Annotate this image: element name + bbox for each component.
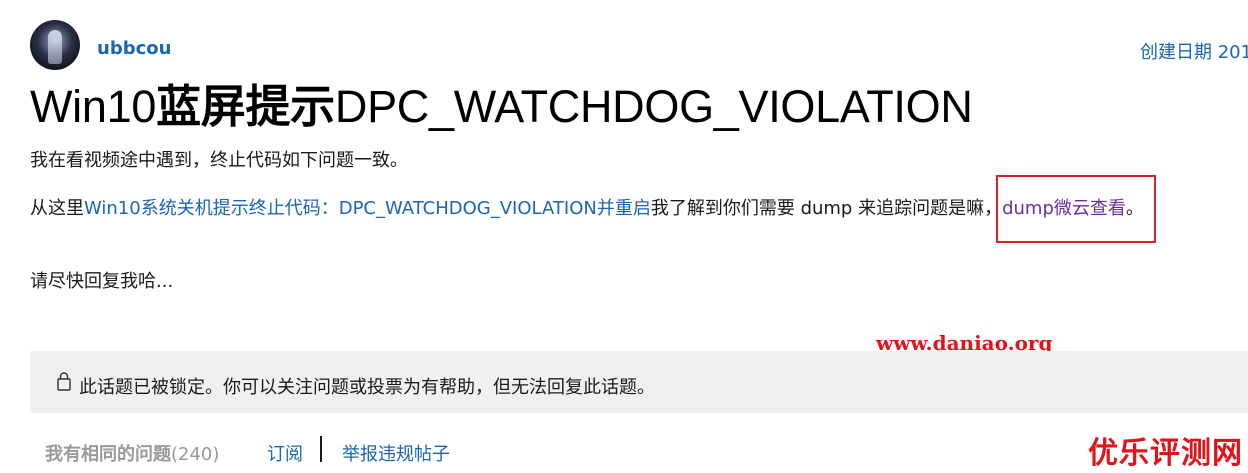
same-question-count: (240) <box>171 444 220 465</box>
title-cjk: 蓝屏提示 <box>156 81 335 132</box>
report-link[interactable]: 举报违规帖子 <box>342 440 450 466</box>
footer-divider <box>320 436 322 462</box>
locked-notice: 此话题已被锁定。你可以关注问题或投票为有帮助，但无法回复此话题。 <box>30 351 1248 413</box>
created-date: 创建日期 201 <box>1140 42 1248 63</box>
post-paragraph-1: 我在看视频途中遇到，终止代码如下问题一致。 <box>30 150 408 171</box>
locked-text: 此话题已被锁定。你可以关注问题或投票为有帮助，但无法回复此话题。 <box>79 377 655 398</box>
para2-before: 从这里 <box>30 198 84 219</box>
highlight-box <box>996 175 1156 243</box>
author-username[interactable]: ubbcou <box>97 38 171 59</box>
same-question-label: 我有相同的问题 <box>45 444 171 465</box>
subscribe-link[interactable]: 订阅 <box>267 440 303 466</box>
title-prefix: Win10 <box>30 81 157 132</box>
user-avatar[interactable] <box>30 20 80 70</box>
para2-middle: 我了解到你们需要 dump 来追踪问题是嘛， <box>650 198 1003 219</box>
page-title: Win10蓝屏提示DPC_WATCHDOG_VIOLATION <box>30 70 973 135</box>
post-paragraph-3: 请尽快回复我哈... <box>30 271 174 292</box>
lock-icon <box>57 372 71 391</box>
post-paragraph-2: 从这里Win10系统关机提示终止代码：DPC_WATCHDOG_VIOLATIO… <box>30 194 1144 220</box>
same-question-button[interactable]: 我有相同的问题(240) <box>45 440 219 466</box>
related-thread-link[interactable]: Win10系统关机提示终止代码：DPC_WATCHDOG_VIOLATION并重… <box>84 198 651 219</box>
title-suffix: DPC_WATCHDOG_VIOLATION <box>334 81 973 132</box>
avatar-figure-icon <box>48 30 62 64</box>
brand-watermark: 优乐评测网 <box>1088 436 1243 471</box>
